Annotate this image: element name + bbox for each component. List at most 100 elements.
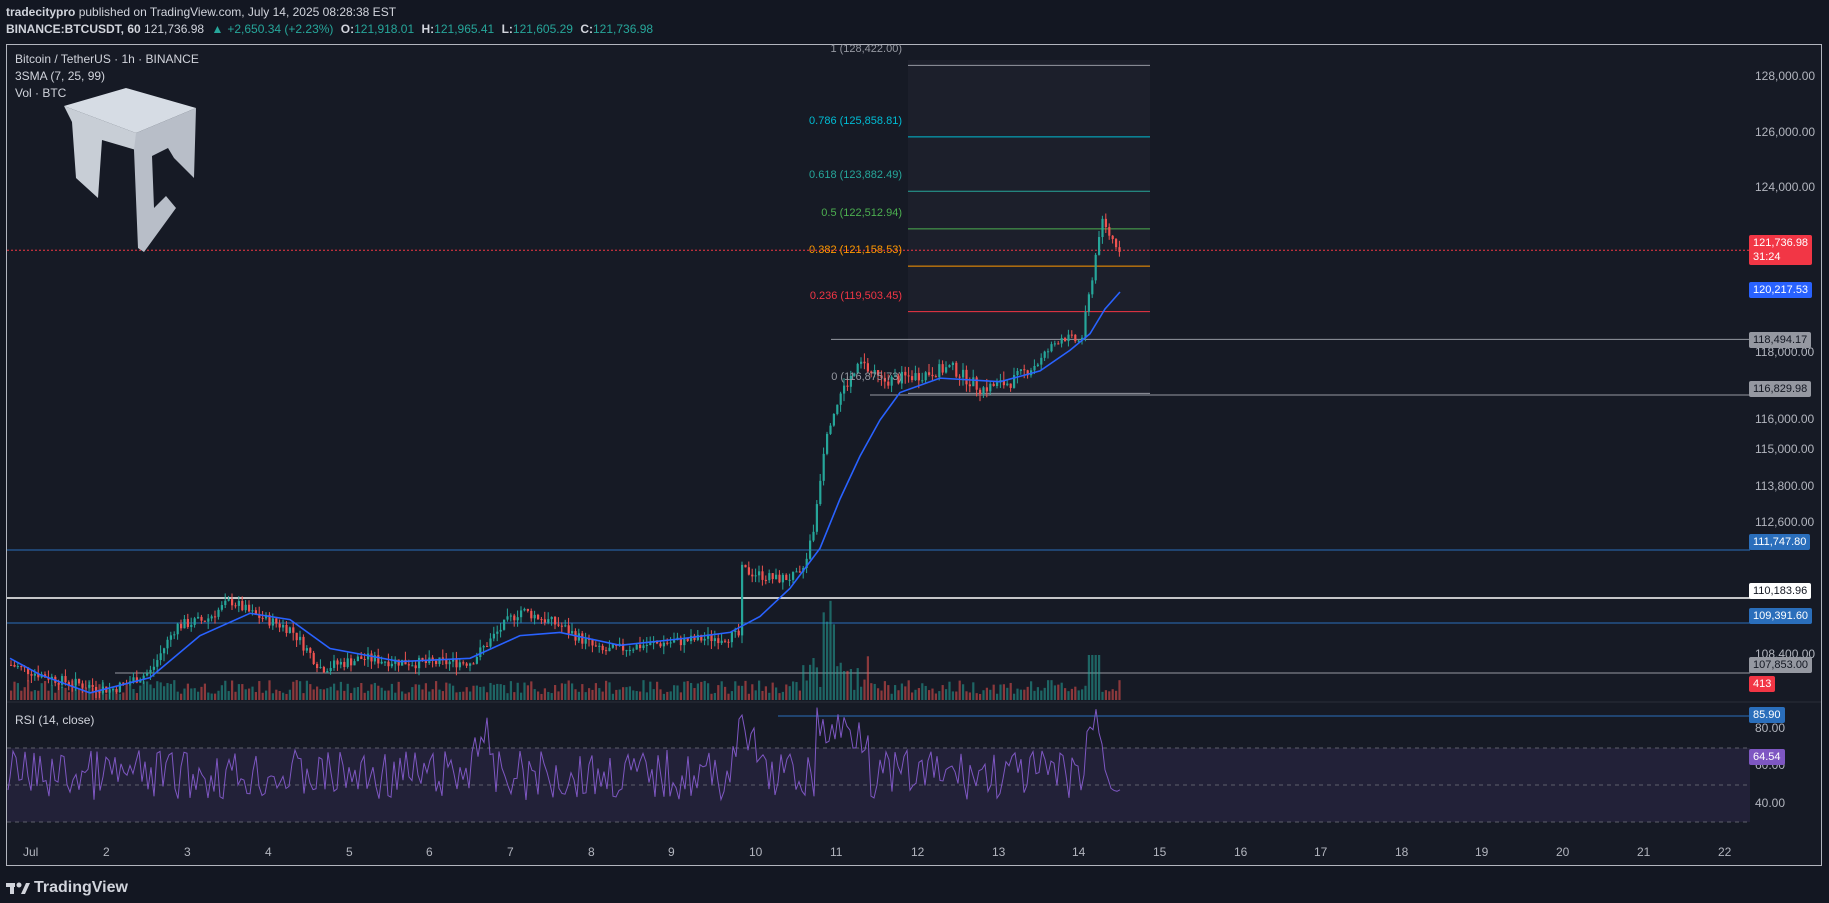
- volume-bar: [588, 688, 591, 700]
- candle-body: [642, 645, 645, 649]
- volume-bar: [516, 682, 519, 700]
- volume-bar: [540, 693, 543, 700]
- price-axis-label: 113,800.00: [1755, 479, 1815, 493]
- volume-bar: [149, 684, 152, 700]
- volume-bar: [1043, 687, 1046, 700]
- candle-body: [435, 660, 438, 665]
- candle-body: [601, 645, 604, 651]
- price-axis-label: 124,000.00: [1755, 180, 1816, 194]
- volume-bar: [812, 658, 815, 700]
- volume-bar: [152, 688, 155, 700]
- legend-title[interactable]: Bitcoin / TetherUS · 1h · BINANCE: [15, 51, 199, 68]
- candle-body: [1108, 227, 1111, 236]
- candle-body: [190, 624, 193, 627]
- volume-bar: [805, 680, 808, 700]
- candle-body: [193, 618, 196, 625]
- candle-body: [948, 365, 951, 368]
- volume-bar: [227, 691, 230, 700]
- volume-bar: [611, 693, 614, 700]
- candle-body: [1019, 369, 1022, 372]
- volume-bar: [30, 691, 33, 700]
- volume-bar: [713, 692, 716, 700]
- volume-bar: [509, 681, 512, 700]
- candle-body: [462, 662, 465, 664]
- candle-body: [863, 361, 866, 364]
- fib-label: 1 (128,422.00): [830, 43, 902, 56]
- volume-bar: [1074, 686, 1077, 700]
- volume-bar: [686, 681, 689, 700]
- volume-bar: [1087, 655, 1090, 700]
- volume-bar: [503, 685, 506, 700]
- candle-body: [713, 638, 716, 642]
- candle-body: [945, 367, 948, 373]
- volume-bar: [1057, 684, 1060, 700]
- volume-bar: [472, 685, 475, 700]
- volume-bar: [1053, 685, 1056, 700]
- volume-bar: [792, 681, 795, 700]
- candle-body: [1067, 334, 1070, 342]
- volume-bar: [163, 686, 166, 700]
- volume-bar: [295, 680, 298, 700]
- volume-bar: [924, 685, 927, 700]
- tradingview-footer[interactable]: TradingView: [6, 879, 128, 897]
- volume-bar: [224, 680, 227, 700]
- volume-bar: [173, 680, 176, 700]
- candle-body: [118, 682, 121, 693]
- volume-bar: [900, 683, 903, 700]
- volume-bar: [414, 684, 417, 700]
- volume-bar: [64, 687, 67, 700]
- chart-canvas[interactable]: [0, 0, 1829, 903]
- candle-body: [200, 616, 203, 621]
- volume-bar: [486, 692, 489, 700]
- time-axis-label: 21: [1637, 845, 1651, 859]
- volume-bar: [1077, 690, 1080, 700]
- volume-bar: [669, 691, 672, 700]
- volume-bar: [339, 681, 342, 700]
- candle-body: [316, 664, 319, 669]
- candle-body: [1094, 254, 1097, 281]
- volume-bar: [23, 687, 26, 700]
- volume-bar: [336, 690, 339, 700]
- volume-bar: [1023, 689, 1026, 700]
- volume-bar: [135, 693, 138, 700]
- volume-bar: [401, 691, 404, 700]
- volume-bar: [288, 689, 291, 700]
- volume-bar: [972, 682, 975, 700]
- rsi-legend[interactable]: RSI (14, close): [15, 712, 94, 729]
- candle-body: [788, 579, 791, 581]
- volume-bar: [271, 693, 274, 700]
- candle-body: [611, 644, 614, 648]
- candle-body: [778, 574, 781, 583]
- candle-body: [479, 647, 482, 658]
- candle-body: [458, 662, 461, 668]
- candle-body: [989, 383, 992, 392]
- candle-body: [540, 619, 543, 621]
- volume-bar: [601, 691, 604, 700]
- volume-bar: [47, 690, 50, 700]
- candle-body: [785, 574, 788, 581]
- candle-body: [207, 618, 210, 622]
- candle-body: [758, 571, 761, 576]
- volume-bar: [452, 685, 455, 700]
- volume-bar: [312, 689, 315, 700]
- volume-bar: [424, 683, 427, 700]
- volume-bar: [941, 685, 944, 700]
- candle-body: [210, 616, 213, 619]
- volume-bar: [1036, 687, 1039, 700]
- candle-body: [941, 364, 944, 373]
- volume-bar: [125, 683, 128, 700]
- volume-bar: [849, 669, 852, 700]
- candle-body: [625, 650, 628, 652]
- price-tag: 111,747.80: [1749, 534, 1811, 550]
- volume-bar: [1016, 688, 1019, 700]
- candle-body: [411, 665, 414, 667]
- candle-body: [965, 369, 968, 385]
- volume-bar: [815, 667, 818, 700]
- volume-bar: [696, 683, 699, 700]
- candle-body: [186, 619, 189, 627]
- volume-bar: [744, 680, 747, 700]
- candle-body: [911, 376, 914, 381]
- volume-bar: [628, 686, 631, 700]
- volume-bar: [574, 689, 577, 700]
- candle-body: [448, 661, 451, 665]
